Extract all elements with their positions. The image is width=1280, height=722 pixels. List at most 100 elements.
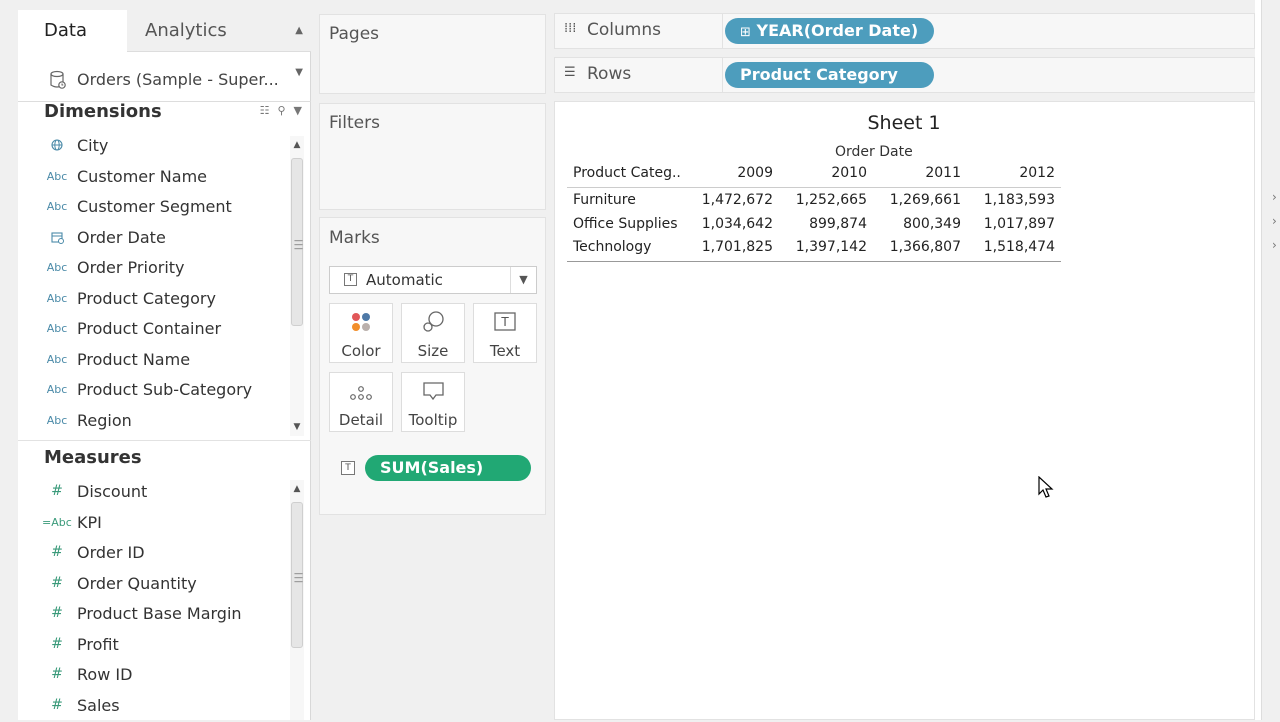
measures-scrollbar[interactable]: ▲ — — — <box>290 480 304 720</box>
dimension-field[interactable]: City <box>18 132 288 162</box>
table-cell[interactable]: 1,252,665 <box>777 192 867 208</box>
dimension-field[interactable]: Abc Product Sub-Category <box>18 376 288 406</box>
table-cell[interactable]: 1,397,142 <box>777 239 867 255</box>
row-label[interactable]: Furniture <box>573 192 636 208</box>
table-cell[interactable]: 800,349 <box>871 216 961 232</box>
datasource-row[interactable]: Orders (Sample - Super... <box>18 52 311 102</box>
field-label: Row ID <box>77 665 133 684</box>
dimension-field[interactable]: Abc Customer Segment <box>18 193 288 223</box>
text-mark-icon: T <box>341 461 355 475</box>
measure-field[interactable]: =Abc KPI <box>18 509 288 539</box>
measure-field[interactable]: # Product Base Margin <box>18 600 288 630</box>
field-label: Product Category <box>77 288 216 308</box>
chevron-down-icon[interactable]: ▼ <box>510 267 536 293</box>
sum-sales-pill[interactable]: SUM(Sales) <box>365 455 531 481</box>
tab-data[interactable]: Data <box>18 10 127 52</box>
scroll-thumb[interactable]: — — — <box>291 502 303 648</box>
column-header-title[interactable]: Order Date <box>835 144 913 160</box>
color-button[interactable]: Color <box>329 303 393 363</box>
edge-icon[interactable]: › <box>1272 214 1277 228</box>
size-label: Size <box>417 342 449 360</box>
crosstab-header-row: Product Categ.. 2009 2010 2011 2012 <box>567 162 1061 185</box>
dimension-field[interactable]: Abc Product Name <box>18 346 288 376</box>
table-cell[interactable]: 1,017,897 <box>965 216 1055 232</box>
text-button[interactable]: T Text <box>473 303 537 363</box>
year-header[interactable]: 2010 <box>777 165 867 181</box>
string-type-icon: Abc <box>46 383 68 396</box>
measure-field[interactable]: # Sales <box>18 692 288 722</box>
list-view-icon[interactable]: ☷ <box>260 104 270 117</box>
table-cell[interactable]: 1,183,593 <box>965 192 1055 208</box>
table-cell[interactable]: 1,366,807 <box>871 239 961 255</box>
field-label: Product Container <box>77 319 222 338</box>
dimension-field[interactable]: Abc Product Container <box>18 315 288 345</box>
scroll-up-icon[interactable]: ▲ <box>290 482 304 496</box>
field-label: Region <box>77 410 132 430</box>
number-type-icon: # <box>51 666 63 682</box>
size-button[interactable]: Size <box>401 303 465 363</box>
table-cell[interactable]: 1,472,672 <box>683 192 773 208</box>
chevron-down-icon[interactable]: ▼ <box>294 104 302 117</box>
dimensions-scrollbar[interactable]: ▲ — — — ▼ <box>290 136 304 436</box>
field-label: Customer Name <box>77 166 208 186</box>
expand-icon[interactable]: ⊞ <box>740 25 751 40</box>
filters-card[interactable]: Filters <box>319 103 546 210</box>
row-label[interactable]: Office Supplies <box>573 216 678 232</box>
number-type-icon: # <box>51 696 63 713</box>
size-icon <box>423 311 444 332</box>
sheet-title[interactable]: Sheet 1 <box>555 112 1253 134</box>
measure-field[interactable]: # Discount <box>18 478 288 508</box>
dimension-field[interactable]: Abc Product Category <box>18 285 288 315</box>
year-header[interactable]: 2009 <box>683 165 773 181</box>
sheet-view[interactable]: Sheet 1 Order Date Product Categ.. 2009 … <box>554 101 1255 720</box>
filters-title: Filters <box>329 113 380 133</box>
row-label[interactable]: Technology <box>573 239 651 255</box>
year-header[interactable]: 2011 <box>871 165 961 181</box>
scroll-up-icon[interactable]: ▲ <box>290 138 304 152</box>
dimension-field[interactable]: Abc Region <box>18 407 288 437</box>
table-cell[interactable]: 1,518,474 <box>965 239 1055 255</box>
field-label: Profit <box>77 634 119 654</box>
text-mark-icon: T <box>344 273 357 286</box>
product-category-pill[interactable]: Product Category <box>725 62 934 88</box>
dimension-field[interactable]: Abc Order Priority <box>18 254 288 284</box>
measure-field[interactable]: # Profit <box>18 631 288 661</box>
measure-field[interactable]: # Row ID <box>18 661 288 691</box>
tooltip-icon <box>423 382 444 401</box>
marks-title: Marks <box>329 228 380 248</box>
row-header-title[interactable]: Product Categ.. <box>573 165 681 181</box>
string-type-icon: Abc <box>46 322 68 335</box>
dimension-field[interactable]: Abc Customer Name <box>18 163 288 193</box>
color-label: Color <box>341 342 381 360</box>
table-cell[interactable]: 1,034,642 <box>683 216 773 232</box>
year-order-date-pill[interactable]: ⊞ YEAR(Order Date) <box>725 18 934 44</box>
divider <box>567 187 1061 188</box>
columns-shelf: ⁞⁞⁞ Columns ⊞ YEAR(Order Date) <box>554 13 1255 49</box>
tab-analytics[interactable]: Analytics ▲ ▼ <box>127 10 311 78</box>
field-label: Order Priority <box>77 258 185 277</box>
table-cell[interactable]: 1,701,825 <box>683 239 773 255</box>
edge-icon[interactable]: › <box>1272 238 1277 252</box>
svg-text:T: T <box>500 315 509 329</box>
mark-type-dropdown[interactable]: T Automatic ▼ <box>329 266 537 294</box>
scroll-down-icon[interactable]: ▼ <box>290 420 304 434</box>
measure-field[interactable]: # Order Quantity <box>18 570 288 600</box>
edge-icon[interactable]: › <box>1272 190 1277 204</box>
table-cell[interactable]: 1,269,661 <box>871 192 961 208</box>
number-type-icon: # <box>51 635 63 652</box>
pages-card[interactable]: Pages <box>319 14 546 94</box>
field-label: Order ID <box>77 543 145 562</box>
search-icon[interactable]: ⚲ <box>277 104 285 117</box>
rows-shelf: ☰ Rows Product Category <box>554 57 1255 93</box>
table-cell[interactable]: 899,874 <box>777 216 867 232</box>
year-header[interactable]: 2012 <box>965 165 1055 181</box>
number-type-icon: # <box>51 483 63 499</box>
tooltip-button[interactable]: Tooltip <box>401 372 465 432</box>
scroll-thumb[interactable]: — — — <box>291 158 303 326</box>
dimensions-title: Dimensions <box>44 101 162 122</box>
table-row: Furniture 1,472,672 1,252,665 1,269,661 1,18… <box>567 189 1061 212</box>
measure-field[interactable]: # Order ID <box>18 539 288 569</box>
string-type-icon: Abc <box>46 291 68 305</box>
detail-button[interactable]: Detail <box>329 372 393 432</box>
dimension-field[interactable]: Order Date <box>18 224 288 254</box>
